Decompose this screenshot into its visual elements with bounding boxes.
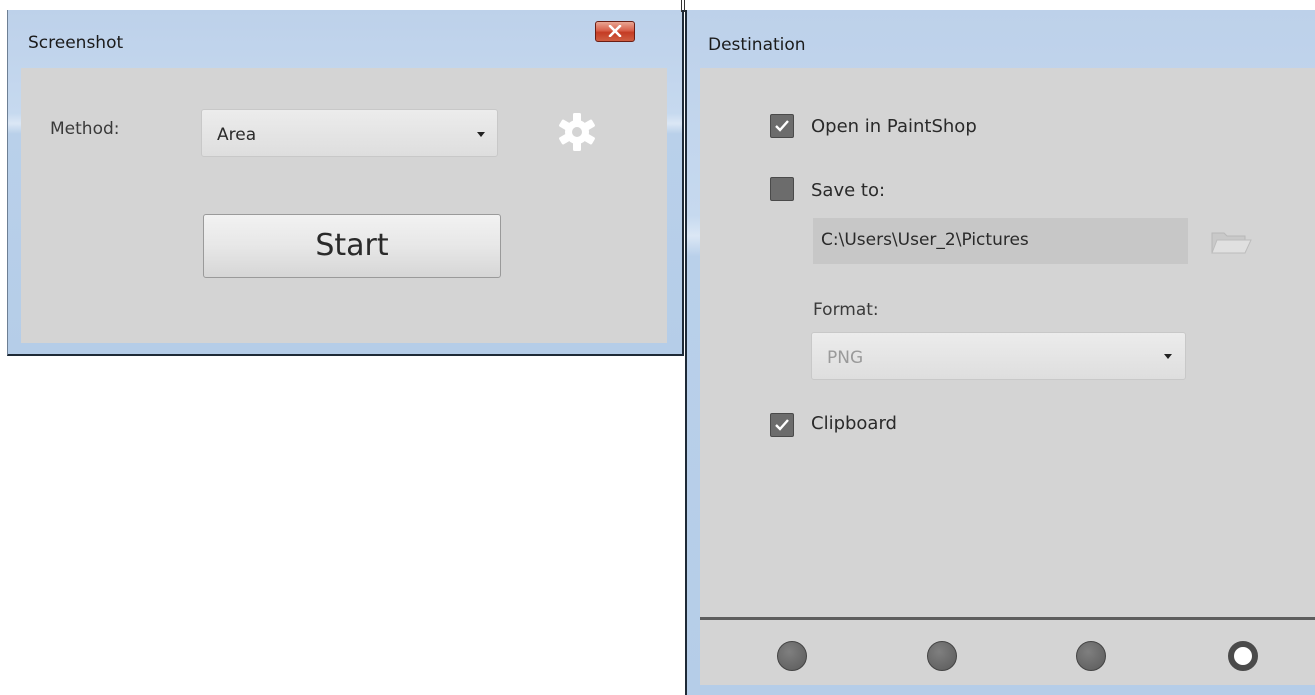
- start-button[interactable]: Start: [203, 214, 501, 278]
- close-icon: [608, 25, 622, 37]
- divider: [700, 617, 1315, 620]
- chevron-down-icon: [1164, 354, 1172, 359]
- page-indicator-1[interactable]: [777, 641, 807, 671]
- chevron-down-icon: [477, 132, 485, 137]
- method-dropdown[interactable]: Area: [201, 109, 498, 157]
- save-path-field[interactable]: C:\Users\User_2\Pictures: [813, 218, 1188, 264]
- page-indicator-4[interactable]: [1228, 641, 1258, 671]
- destination-window-title: Destination: [708, 35, 806, 55]
- gear-icon[interactable]: [557, 112, 597, 152]
- save-to-checkbox[interactable]: [770, 177, 794, 201]
- screenshot-window-title: Screenshot: [28, 33, 124, 53]
- clipboard-label[interactable]: Clipboard: [811, 413, 897, 434]
- format-dropdown[interactable]: PNG: [811, 332, 1186, 380]
- page-indicator-3[interactable]: [1076, 641, 1106, 671]
- open-in-paintshop-checkbox[interactable]: [770, 114, 794, 138]
- window-splitter: [681, 0, 685, 12]
- method-value: Area: [217, 125, 257, 145]
- checkmark-icon: [775, 120, 789, 132]
- clipboard-checkbox[interactable]: [770, 413, 794, 437]
- page-indicator-2[interactable]: [927, 641, 957, 671]
- format-value: PNG: [827, 348, 864, 368]
- open-in-paintshop-label[interactable]: Open in PaintShop: [811, 116, 977, 137]
- checkmark-icon: [775, 419, 789, 431]
- save-to-label[interactable]: Save to:: [811, 180, 885, 201]
- method-label: Method:: [50, 119, 120, 139]
- folder-icon[interactable]: [1209, 229, 1253, 257]
- close-button[interactable]: [595, 21, 635, 42]
- format-label: Format:: [813, 300, 879, 320]
